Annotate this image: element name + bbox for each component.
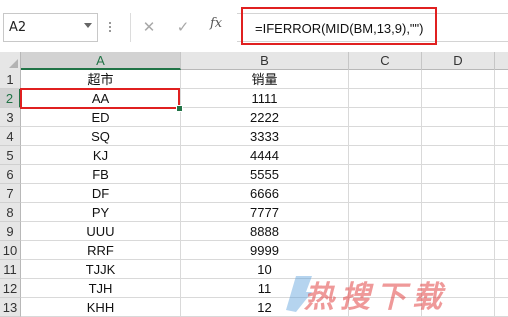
row-header[interactable]: 7 (0, 184, 21, 203)
column-header-a[interactable]: A (21, 52, 181, 70)
cell-a[interactable]: DF (21, 184, 181, 203)
row-header[interactable]: 9 (0, 222, 21, 241)
table-row: 9 UUU 8888 (0, 222, 508, 241)
name-box-value: A2 (9, 20, 27, 35)
cell-d[interactable] (422, 222, 495, 241)
column-header-c[interactable]: C (349, 52, 422, 70)
row-header[interactable]: 1 (0, 70, 21, 89)
cell-b[interactable]: 6666 (181, 184, 349, 203)
table-row: 5 KJ 4444 (0, 146, 508, 165)
insert-function-icon[interactable]: fx (210, 16, 222, 31)
cell-d[interactable] (422, 146, 495, 165)
cell-a[interactable]: SQ (21, 127, 181, 146)
cell-c[interactable] (349, 222, 422, 241)
cell-c[interactable] (349, 165, 422, 184)
select-all-button[interactable] (0, 52, 21, 70)
cell-e[interactable] (495, 146, 508, 165)
cell-b[interactable]: 9999 (181, 241, 349, 260)
chevron-down-icon[interactable] (84, 23, 92, 28)
watermark-logo: 热搜下载 (282, 266, 508, 316)
cell-a[interactable]: RRF (21, 241, 181, 260)
table-row: 8 PY 7777 (0, 203, 508, 222)
divider (130, 13, 131, 42)
cell-c[interactable] (349, 146, 422, 165)
cell-d[interactable] (422, 108, 495, 127)
active-cell-highlight (20, 88, 180, 109)
cell-b[interactable]: 5555 (181, 165, 349, 184)
table-row: 7 DF 6666 (0, 184, 508, 203)
row-header[interactable]: 6 (0, 165, 21, 184)
cell-c[interactable] (349, 108, 422, 127)
formula-highlight-box (241, 7, 437, 45)
cell-d[interactable] (422, 165, 495, 184)
cell-c[interactable] (349, 127, 422, 146)
row-header[interactable]: 8 (0, 203, 21, 222)
cell-c[interactable] (349, 203, 422, 222)
cell-c[interactable] (349, 70, 422, 89)
drag-handle-icon[interactable] (108, 20, 112, 34)
name-box[interactable]: A2 (3, 13, 98, 42)
column-header-next[interactable] (495, 52, 508, 70)
table-row: 6 FB 5555 (0, 165, 508, 184)
cell-d[interactable] (422, 89, 495, 108)
fill-handle[interactable] (176, 105, 183, 112)
cell-a[interactable]: PY (21, 203, 181, 222)
cell-b[interactable]: 8888 (181, 222, 349, 241)
column-header-b[interactable]: B (181, 52, 349, 70)
cell-e[interactable] (495, 184, 508, 203)
cell-d[interactable] (422, 127, 495, 146)
cell-d[interactable] (422, 203, 495, 222)
column-header-row: A B C D (0, 52, 508, 70)
cancel-icon[interactable]: ✕ (134, 13, 164, 42)
formula-bar: A2 ✕ ✓ fx =IFERROR(MID(BM,13,9),"") (0, 0, 508, 52)
table-row: 10 RRF 9999 (0, 241, 508, 260)
cell-e[interactable] (495, 203, 508, 222)
cell-a[interactable]: 超市 (21, 70, 181, 89)
cell-a[interactable]: UUU (21, 222, 181, 241)
cell-e[interactable] (495, 108, 508, 127)
cell-e[interactable] (495, 127, 508, 146)
cell-b[interactable]: 销量 (181, 70, 349, 89)
cell-a[interactable]: ED (21, 108, 181, 127)
cell-e[interactable] (495, 241, 508, 260)
cell-a[interactable]: FB (21, 165, 181, 184)
cell-b[interactable]: 7777 (181, 203, 349, 222)
enter-icon[interactable]: ✓ (168, 13, 198, 42)
table-row: 1 超市 销量 (0, 70, 508, 89)
row-header[interactable]: 11 (0, 260, 21, 279)
cell-b[interactable]: 2222 (181, 108, 349, 127)
cell-b[interactable]: 4444 (181, 146, 349, 165)
cell-d[interactable] (422, 70, 495, 89)
cell-b[interactable]: 1111 (181, 89, 349, 108)
cell-a[interactable]: TJH (21, 279, 181, 298)
cell-a[interactable]: KJ (21, 146, 181, 165)
row-header[interactable]: 12 (0, 279, 21, 298)
cell-e[interactable] (495, 70, 508, 89)
cell-a[interactable]: TJJK (21, 260, 181, 279)
table-row: 4 SQ 3333 (0, 127, 508, 146)
cell-c[interactable] (349, 89, 422, 108)
watermark-text: 热搜下载 (304, 280, 448, 315)
row-header[interactable]: 5 (0, 146, 21, 165)
row-header[interactable]: 13 (0, 298, 21, 317)
cell-b[interactable]: 3333 (181, 127, 349, 146)
cell-c[interactable] (349, 184, 422, 203)
cell-d[interactable] (422, 184, 495, 203)
table-row: 3 ED 2222 (0, 108, 508, 127)
cell-c[interactable] (349, 241, 422, 260)
row-header[interactable]: 10 (0, 241, 21, 260)
cell-e[interactable] (495, 89, 508, 108)
cell-e[interactable] (495, 222, 508, 241)
select-all-icon (9, 59, 18, 68)
column-header-d[interactable]: D (422, 52, 495, 70)
row-header[interactable]: 4 (0, 127, 21, 146)
cell-a[interactable]: KHH (21, 298, 181, 317)
cell-d[interactable] (422, 241, 495, 260)
row-header[interactable]: 2 (0, 89, 21, 108)
cell-e[interactable] (495, 165, 508, 184)
row-header[interactable]: 3 (0, 108, 21, 127)
